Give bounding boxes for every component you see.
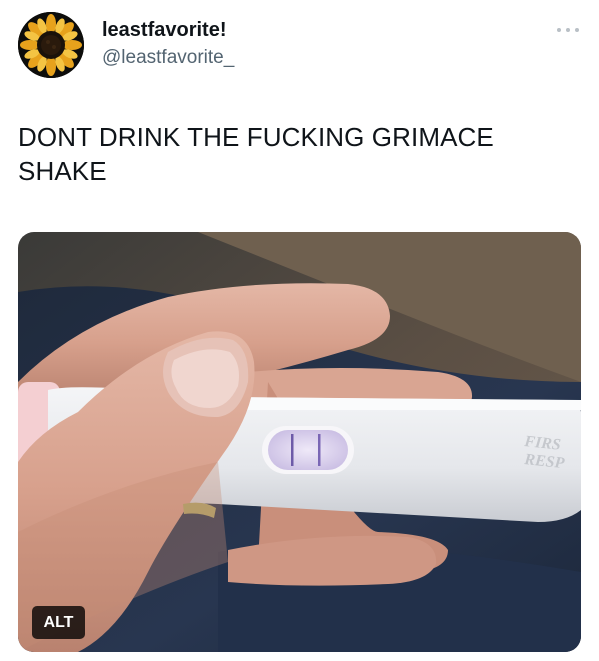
avatar[interactable] xyxy=(18,12,84,78)
display-name[interactable]: leastfavorite! xyxy=(102,18,234,42)
pregnancy-test-photo: FIRS RESP xyxy=(18,232,581,652)
tweet-photo[interactable]: FIRS RESP xyxy=(18,232,581,652)
tweet-header: leastfavorite! @leastfavorite_ xyxy=(18,12,581,82)
more-options-icon[interactable] xyxy=(555,24,581,36)
handle[interactable]: @leastfavorite_ xyxy=(102,46,234,70)
sunflower-icon xyxy=(18,12,84,78)
alt-text-badge[interactable]: ALT xyxy=(32,606,85,639)
author-names: leastfavorite! @leastfavorite_ xyxy=(102,18,234,70)
tweet-text: DONT DRINK THE FUCKING GRIMACE SHAKE xyxy=(18,122,494,186)
